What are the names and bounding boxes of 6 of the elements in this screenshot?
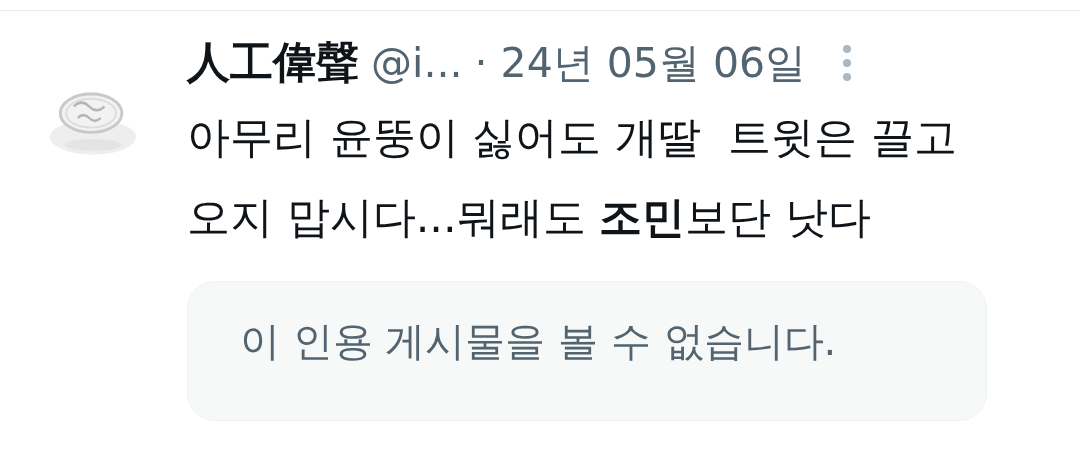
more-options-icon[interactable] <box>842 43 853 83</box>
display-name[interactable]: 人工偉聲 <box>187 34 359 92</box>
post-date[interactable]: · 24년 05월 06일 <box>474 35 807 91</box>
quote-notice: 이 인용 게시물을 볼 수 없습니다. <box>187 281 987 421</box>
post-text: 아무리 윤뚱이 싫어도 개딸 트윗은 끌고오지 맙시다...뭐래도 조민보단 낫다 <box>187 111 958 244</box>
user-handle[interactable]: @i... <box>371 39 463 87</box>
